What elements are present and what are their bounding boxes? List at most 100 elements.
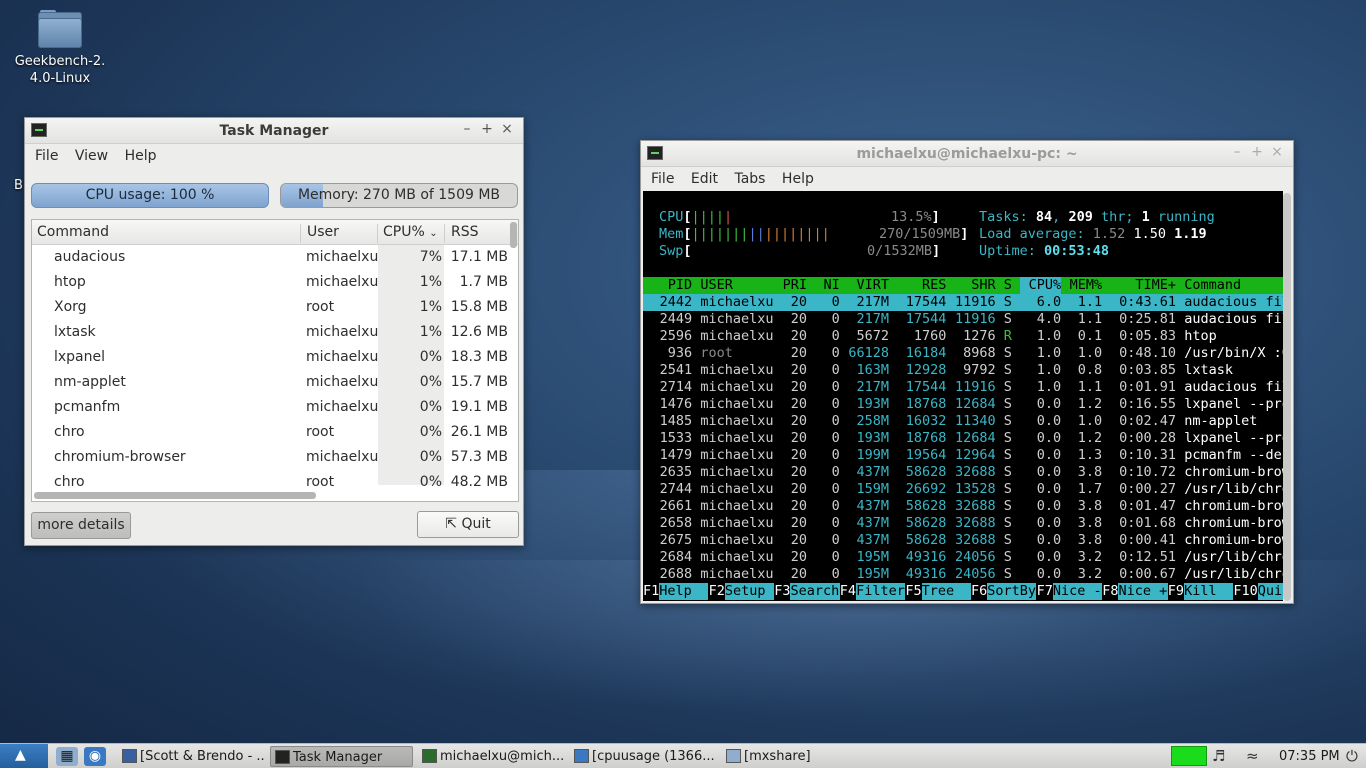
htop-cell-shr: 1276: [963, 328, 996, 344]
htop-process-row[interactable]: 2675 michaelxu 20 0 437M 58628 32688 S 0.0 3.8 0:0…: [643, 532, 1283, 549]
cpu-monitor-widget[interactable]: [1171, 746, 1207, 766]
table-row[interactable]: chromium-browser michaelxu 0% 57.3 MB: [32, 445, 510, 470]
htop-column-ni-header[interactable]: NI: [815, 277, 840, 294]
column-header-command[interactable]: Command: [37, 224, 109, 240]
desktop-icon-geekbench[interactable]: Geekbench-2. 4.0-Linux: [8, 10, 112, 87]
function-key-f3[interactable]: F3Search: [774, 583, 840, 600]
htop-column-header[interactable]: PID USER PRI NI VIRT RES SHR S CPU% MEM% TIME+ Comm…: [643, 277, 1283, 294]
task-manager-titlebar[interactable]: Task Manager – + ×: [25, 118, 523, 144]
htop-process-row[interactable]: 2661 michaelxu 20 0 437M 58628 32688 S 0.0 3.8 0:0…: [643, 498, 1283, 515]
htop-column-res-header[interactable]: RES: [889, 277, 946, 294]
htop-column-pri-header[interactable]: PRI: [774, 277, 807, 294]
terminal-scrollbar[interactable]: [1283, 193, 1291, 601]
htop-process-row[interactable]: 2541 michaelxu 20 0 163M 12928 9792 S 1.0 0.8 0:03…: [643, 362, 1283, 379]
function-key-f8[interactable]: F8Nice +: [1102, 583, 1168, 600]
htop-cell-cmd: audacious file://: [1184, 379, 1283, 395]
function-key-f2[interactable]: F2Setup: [709, 583, 775, 600]
taskbar-task-button[interactable]: Task Manager: [270, 746, 413, 767]
htop-column-command-header[interactable]: Command: [1184, 277, 1283, 294]
table-row[interactable]: lxpanel michaelxu 0% 18.3 MB: [32, 345, 510, 370]
htop-cell-user: michaelxu: [700, 481, 774, 497]
function-key-f4[interactable]: F4Filter: [840, 583, 906, 600]
horizontal-scrollbar[interactable]: [34, 492, 316, 499]
process-list[interactable]: Command User CPU% ⌄ RSS audacious michael…: [31, 219, 519, 502]
taskbar-task-button[interactable]: [mxshare]: [722, 746, 812, 767]
table-row[interactable]: audacious michaelxu 7% 17.1 MB: [32, 245, 510, 270]
cpu-usage-bar: CPU usage: 100 %: [31, 183, 269, 208]
table-row[interactable]: chro root 0% 26.1 MB: [32, 420, 510, 445]
htop-process-row[interactable]: 1485 michaelxu 20 0 258M 16032 11340 S 0.0 1.0 0:0…: [643, 413, 1283, 430]
table-row[interactable]: pcmanfm michaelxu 0% 19.1 MB: [32, 395, 510, 420]
htop-process-row[interactable]: 2596 michaelxu 20 0 5672 1760 1276 R 1.0 0.1 0:05.…: [643, 328, 1283, 345]
htop-column-shr-header[interactable]: SHR: [946, 277, 995, 294]
maximize-icon[interactable]: +: [477, 121, 497, 137]
htop-process-row[interactable]: 1479 michaelxu 20 0 199M 19564 12964 S 0.0 1.3 0:1…: [643, 447, 1283, 464]
htop-column-time-header[interactable]: TIME+: [1110, 277, 1176, 294]
table-row[interactable]: htop michaelxu 1% 1.7 MB: [32, 270, 510, 295]
wifi-icon[interactable]: ≈: [1246, 747, 1259, 765]
more-details-button[interactable]: more details: [31, 512, 131, 539]
function-key-f7[interactable]: F7Nice -: [1037, 583, 1103, 600]
menu-edit[interactable]: Edit: [691, 171, 718, 187]
column-header-user[interactable]: User: [307, 224, 339, 240]
htop-cell-time: 0:10.72: [1119, 464, 1176, 480]
table-row[interactable]: nm-applet michaelxu 0% 15.7 MB: [32, 370, 510, 395]
table-row[interactable]: lxtask michaelxu 1% 12.6 MB: [32, 320, 510, 345]
menu-file[interactable]: File: [651, 171, 674, 187]
htop-process-row[interactable]: 1476 michaelxu 20 0 193M 18768 12684 S 0.0 1.2 0:1…: [643, 396, 1283, 413]
close-icon[interactable]: ×: [497, 121, 517, 137]
column-header-rss[interactable]: RSS: [451, 224, 479, 240]
htop-cell-res: 26692: [905, 481, 947, 497]
menu-view[interactable]: View: [75, 148, 108, 164]
htop-cell-cmd: /usr/lib/chromium: [1184, 549, 1283, 565]
process-cpu: 0%: [419, 374, 442, 390]
quit-button[interactable]: ⇱ Quit: [417, 511, 519, 538]
menu-help[interactable]: Help: [125, 148, 157, 164]
htop-column-pid-header[interactable]: PID: [651, 277, 692, 294]
process-rss: 18.3 MB: [450, 349, 508, 365]
htop-process-row[interactable]: 2449 michaelxu 20 0 217M 17544 11916 S 4.0 1.1 0:2…: [643, 311, 1283, 328]
htop-process-row[interactable]: 2744 michaelxu 20 0 159M 26692 13528 S 0.0 1.7 0:0…: [643, 481, 1283, 498]
taskbar-task-button[interactable]: michaelxu@mich...: [418, 746, 564, 767]
browser-icon[interactable]: ◉: [84, 747, 106, 766]
file-manager-icon[interactable]: ▦: [56, 747, 78, 766]
htop-process-row[interactable]: 1533 michaelxu 20 0 193M 18768 12684 S 0.0 1.2 0:0…: [643, 430, 1283, 447]
function-key-f1[interactable]: F1Help: [643, 583, 709, 600]
volume-icon[interactable]: ♬: [1212, 747, 1225, 765]
htop-column-virt-header[interactable]: VIRT: [840, 277, 889, 294]
htop-selected-row[interactable]: 2442 michaelxu 20 0 217M 17544 11916 S 6.0 1.1 0:4…: [643, 294, 1283, 311]
clock[interactable]: 07:35 PM: [1279, 749, 1340, 764]
htop-process-row[interactable]: 2658 michaelxu 20 0 437M 58628 32688 S 0.0 3.8 0:0…: [643, 515, 1283, 532]
column-header-cpu[interactable]: CPU% ⌄: [383, 224, 438, 240]
menu-file[interactable]: File: [35, 148, 58, 164]
menu-tabs[interactable]: Tabs: [734, 171, 765, 187]
close-icon[interactable]: ×: [1267, 144, 1287, 160]
vertical-scrollbar[interactable]: [510, 222, 517, 248]
htop-column-mem-header[interactable]: MEM%: [1069, 277, 1103, 294]
taskbar-task-button[interactable]: [cpuusage (1366...: [570, 746, 716, 767]
htop-process-row[interactable]: 2635 michaelxu 20 0 437M 58628 32688 S 0.0 3.8 0:1…: [643, 464, 1283, 481]
function-key-f9[interactable]: F9Kill: [1168, 583, 1234, 600]
htop-column-user-header[interactable]: USER: [700, 277, 774, 294]
htop-column-s-header[interactable]: S: [1004, 277, 1012, 294]
htop-process-row[interactable]: 2688 michaelxu 20 0 195M 49316 24056 S 0.0 3.2 0:0…: [643, 566, 1283, 583]
function-key-f6[interactable]: F6SortBy: [971, 583, 1037, 600]
process-command: lxtask: [54, 324, 96, 340]
function-key-f10[interactable]: F10Quit: [1233, 583, 1283, 600]
maximize-icon[interactable]: +: [1247, 144, 1267, 160]
terminal-titlebar[interactable]: michaelxu@michaelxu-pc: ~ – + ×: [641, 141, 1293, 167]
minimize-icon[interactable]: –: [1227, 144, 1247, 160]
terminal-screen[interactable]: CPU[||||| 13.5%] Mem[||||||||||||||||| 2…: [643, 191, 1283, 601]
htop-process-row[interactable]: 2684 michaelxu 20 0 195M 49316 24056 S 0.0 3.2 0:1…: [643, 549, 1283, 566]
logout-icon[interactable]: ⏻: [1346, 747, 1358, 765]
function-key-f5[interactable]: F5Tree: [905, 583, 971, 600]
start-menu-icon[interactable]: [0, 744, 48, 768]
htop-cell-res: 12928: [905, 362, 947, 378]
htop-column-cpu-header[interactable]: CPU%: [1020, 277, 1062, 294]
menu-help[interactable]: Help: [782, 171, 814, 187]
htop-process-row[interactable]: 2714 michaelxu 20 0 217M 17544 11916 S 1.0 1.1 0:0…: [643, 379, 1283, 396]
table-row[interactable]: Xorg root 1% 15.8 MB: [32, 295, 510, 320]
minimize-icon[interactable]: –: [457, 121, 477, 137]
htop-process-row[interactable]: 936 root 20 0 66128 16184 8968 S 1.0 1.0 0:48.10/u…: [643, 345, 1283, 362]
taskbar-task-button[interactable]: [Scott & Brendo - ...: [118, 746, 264, 767]
